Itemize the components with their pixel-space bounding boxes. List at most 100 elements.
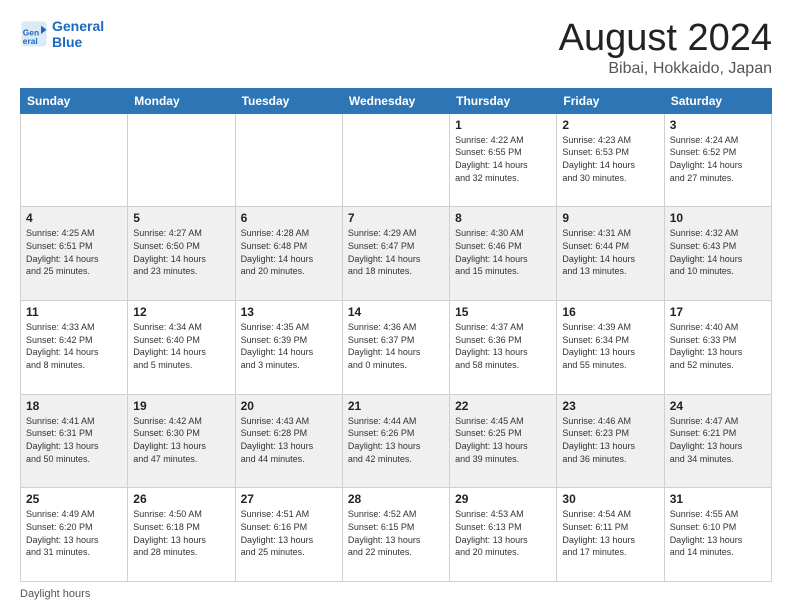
title-block: August 2024 Bibai, Hokkaido, Japan xyxy=(559,18,772,78)
logo-line1: General xyxy=(52,18,104,34)
day-info: Sunrise: 4:44 AM Sunset: 6:26 PM Dayligh… xyxy=(348,415,444,465)
day-number: 3 xyxy=(670,118,766,132)
calendar-cell: 2Sunrise: 4:23 AM Sunset: 6:53 PM Daylig… xyxy=(557,113,664,207)
day-info: Sunrise: 4:55 AM Sunset: 6:10 PM Dayligh… xyxy=(670,508,766,558)
day-info: Sunrise: 4:25 AM Sunset: 6:51 PM Dayligh… xyxy=(26,227,122,277)
calendar-header-row: SundayMondayTuesdayWednesdayThursdayFrid… xyxy=(21,88,772,113)
calendar-cell: 7 Sunrise: 4:29 AM Sunset: 6:47 PM Daylig… xyxy=(342,207,449,301)
logo: Gen eral General Blue xyxy=(20,18,104,50)
calendar-table: SundayMondayTuesdayWednesdayThursdayFrid… xyxy=(20,88,772,582)
subtitle: Bibai, Hokkaido, Japan xyxy=(559,60,772,78)
day-number: 1 xyxy=(455,118,551,132)
calendar-cell: 12 Sunrise: 4:34 AM Sunset: 6:40 PM Dayli… xyxy=(128,301,235,395)
day-number: 7 xyxy=(348,211,444,225)
calendar-header-thursday: Thursday xyxy=(450,88,557,113)
main-title: August 2024 xyxy=(559,18,772,60)
calendar-cell: 5 Sunrise: 4:27 AM Sunset: 6:50 PM Daylig… xyxy=(128,207,235,301)
logo-line2: Blue xyxy=(52,34,104,50)
calendar-week-5: 25 Sunrise: 4:49 AM Sunset: 6:20 PM Dayli… xyxy=(21,488,772,582)
calendar-cell: 13Sunrise: 4:35 AM Sunset: 6:39 PM Dayli… xyxy=(235,301,342,395)
day-info: Sunrise: 4:24 AM Sunset: 6:52 PM Dayligh… xyxy=(670,134,766,184)
day-number: 25 xyxy=(26,492,122,506)
footer: Daylight hours xyxy=(20,588,772,600)
day-number: 14 xyxy=(348,305,444,319)
day-number: 16 xyxy=(562,305,658,319)
day-number: 18 xyxy=(26,399,122,413)
day-info: Sunrise: 4:29 AM Sunset: 6:47 PM Dayligh… xyxy=(348,227,444,277)
day-number: 5 xyxy=(133,211,229,225)
day-number: 27 xyxy=(241,492,337,506)
day-number: 24 xyxy=(670,399,766,413)
calendar-cell: 18 Sunrise: 4:41 AM Sunset: 6:31 PM Dayli… xyxy=(21,394,128,488)
day-number: 15 xyxy=(455,305,551,319)
calendar-cell: 24 Sunrise: 4:47 AM Sunset: 6:21 PM Dayli… xyxy=(664,394,771,488)
footer-label: Daylight hours xyxy=(20,588,90,600)
day-number: 23 xyxy=(562,399,658,413)
calendar-cell xyxy=(21,113,128,207)
day-number: 2 xyxy=(562,118,658,132)
calendar-cell: 4 Sunrise: 4:25 AM Sunset: 6:51 PM Daylig… xyxy=(21,207,128,301)
day-number: 11 xyxy=(26,305,122,319)
calendar-cell: 26 Sunrise: 4:50 AM Sunset: 6:18 PM Dayli… xyxy=(128,488,235,582)
calendar-cell xyxy=(235,113,342,207)
calendar-cell: 30 Sunrise: 4:54 AM Sunset: 6:11 PM Dayli… xyxy=(557,488,664,582)
calendar-week-1: 1 Sunrise: 4:22 AM Sunset: 6:55 PM Daylig… xyxy=(21,113,772,207)
day-info: Sunrise: 4:40 AM Sunset: 6:33 PM Dayligh… xyxy=(670,321,766,371)
day-info: Sunrise: 4:43 AM Sunset: 6:28 PM Dayligh… xyxy=(241,415,337,465)
calendar-cell: 20 Sunrise: 4:43 AM Sunset: 6:28 PM Dayli… xyxy=(235,394,342,488)
calendar-cell: 10Sunrise: 4:32 AM Sunset: 6:43 PM Dayli… xyxy=(664,207,771,301)
day-info: Sunrise: 4:49 AM Sunset: 6:20 PM Dayligh… xyxy=(26,508,122,558)
day-number: 13 xyxy=(241,305,337,319)
calendar-cell: 19 Sunrise: 4:42 AM Sunset: 6:30 PM Dayli… xyxy=(128,394,235,488)
day-info: Sunrise: 4:41 AM Sunset: 6:31 PM Dayligh… xyxy=(26,415,122,465)
day-number: 12 xyxy=(133,305,229,319)
day-number: 26 xyxy=(133,492,229,506)
calendar-header-friday: Friday xyxy=(557,88,664,113)
day-info: Sunrise: 4:36 AM Sunset: 6:37 PM Dayligh… xyxy=(348,321,444,371)
calendar-cell: 1 Sunrise: 4:22 AM Sunset: 6:55 PM Daylig… xyxy=(450,113,557,207)
day-number: 29 xyxy=(455,492,551,506)
calendar-cell: 22Sunrise: 4:45 AM Sunset: 6:25 PM Dayli… xyxy=(450,394,557,488)
calendar-cell xyxy=(342,113,449,207)
calendar-cell: 11 Sunrise: 4:33 AM Sunset: 6:42 PM Dayli… xyxy=(21,301,128,395)
calendar-cell: 31Sunrise: 4:55 AM Sunset: 6:10 PM Dayli… xyxy=(664,488,771,582)
day-number: 17 xyxy=(670,305,766,319)
day-info: Sunrise: 4:42 AM Sunset: 6:30 PM Dayligh… xyxy=(133,415,229,465)
calendar-header-wednesday: Wednesday xyxy=(342,88,449,113)
day-info: Sunrise: 4:30 AM Sunset: 6:46 PM Dayligh… xyxy=(455,227,551,277)
calendar-cell xyxy=(128,113,235,207)
day-info: Sunrise: 4:27 AM Sunset: 6:50 PM Dayligh… xyxy=(133,227,229,277)
calendar-cell: 25 Sunrise: 4:49 AM Sunset: 6:20 PM Dayli… xyxy=(21,488,128,582)
day-number: 4 xyxy=(26,211,122,225)
calendar-header-saturday: Saturday xyxy=(664,88,771,113)
calendar-cell: 28Sunrise: 4:52 AM Sunset: 6:15 PM Dayli… xyxy=(342,488,449,582)
calendar-cell: 6Sunrise: 4:28 AM Sunset: 6:48 PM Daylig… xyxy=(235,207,342,301)
day-number: 19 xyxy=(133,399,229,413)
day-info: Sunrise: 4:47 AM Sunset: 6:21 PM Dayligh… xyxy=(670,415,766,465)
calendar-cell: 15 Sunrise: 4:37 AM Sunset: 6:36 PM Dayli… xyxy=(450,301,557,395)
day-info: Sunrise: 4:34 AM Sunset: 6:40 PM Dayligh… xyxy=(133,321,229,371)
calendar-week-4: 18 Sunrise: 4:41 AM Sunset: 6:31 PM Dayli… xyxy=(21,394,772,488)
day-info: Sunrise: 4:22 AM Sunset: 6:55 PM Dayligh… xyxy=(455,134,551,184)
day-info: Sunrise: 4:31 AM Sunset: 6:44 PM Dayligh… xyxy=(562,227,658,277)
calendar-cell: 9Sunrise: 4:31 AM Sunset: 6:44 PM Daylig… xyxy=(557,207,664,301)
calendar-header-sunday: Sunday xyxy=(21,88,128,113)
day-info: Sunrise: 4:33 AM Sunset: 6:42 PM Dayligh… xyxy=(26,321,122,371)
logo-icon: Gen eral xyxy=(20,20,48,48)
day-info: Sunrise: 4:53 AM Sunset: 6:13 PM Dayligh… xyxy=(455,508,551,558)
calendar-cell: 23Sunrise: 4:46 AM Sunset: 6:23 PM Dayli… xyxy=(557,394,664,488)
day-number: 6 xyxy=(241,211,337,225)
day-info: Sunrise: 4:54 AM Sunset: 6:11 PM Dayligh… xyxy=(562,508,658,558)
day-info: Sunrise: 4:50 AM Sunset: 6:18 PM Dayligh… xyxy=(133,508,229,558)
day-number: 28 xyxy=(348,492,444,506)
day-number: 20 xyxy=(241,399,337,413)
calendar-header-tuesday: Tuesday xyxy=(235,88,342,113)
page: Gen eral General Blue August 2024 Bibai,… xyxy=(0,0,792,612)
day-number: 30 xyxy=(562,492,658,506)
calendar-cell: 3 Sunrise: 4:24 AM Sunset: 6:52 PM Daylig… xyxy=(664,113,771,207)
day-info: Sunrise: 4:45 AM Sunset: 6:25 PM Dayligh… xyxy=(455,415,551,465)
calendar-week-2: 4 Sunrise: 4:25 AM Sunset: 6:51 PM Daylig… xyxy=(21,207,772,301)
day-number: 8 xyxy=(455,211,551,225)
day-info: Sunrise: 4:37 AM Sunset: 6:36 PM Dayligh… xyxy=(455,321,551,371)
calendar-week-3: 11 Sunrise: 4:33 AM Sunset: 6:42 PM Dayli… xyxy=(21,301,772,395)
